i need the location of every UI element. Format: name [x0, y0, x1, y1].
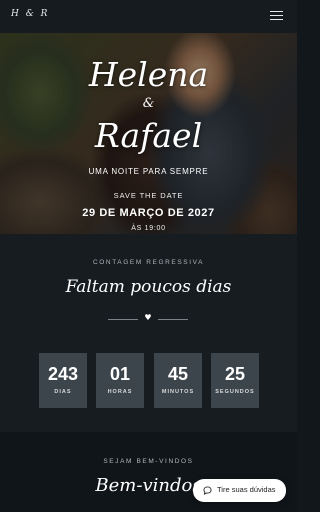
wedding-time: ÀS 19:00 [131, 225, 166, 232]
top-nav: H & R [0, 0, 297, 33]
hero-tagline: UMA NOITE PARA SEMPRE [88, 167, 209, 176]
bride-name: Helena [88, 55, 209, 94]
countdown-eyebrow: CONTAGEM REGRESSIVA [92, 259, 205, 266]
countdown-unit-label: HORAS [107, 389, 133, 395]
chat-bubble-icon [203, 486, 212, 495]
section-divider: ♥ [108, 313, 188, 324]
countdown-value: 45 [167, 364, 189, 384]
countdown-value: 243 [47, 364, 79, 384]
countdown-tile-days: 243 DIAS [39, 353, 87, 408]
countdown-tile-hours: 01 HORAS [96, 353, 144, 408]
countdown-tiles: 243 DIAS 01 HORAS 45 MINUTOS 25 SEGUNDOS [39, 353, 259, 408]
countdown-value: 25 [224, 364, 246, 384]
help-chat-button[interactable]: Tire suas dúvidas [193, 479, 286, 502]
hero-section: Helena & Rafael UMA NOITE PARA SEMPRE SA… [0, 33, 297, 234]
countdown-tile-seconds: 25 SEGUNDOS [211, 353, 259, 408]
wedding-date: 29 DE MARÇO DE 2027 [82, 207, 215, 219]
hamburger-menu-icon[interactable] [270, 11, 283, 21]
ampersand: & [142, 96, 155, 111]
countdown-title: Faltam poucos dias [65, 277, 232, 297]
welcome-eyebrow: SEJAM BEM-VINDOS [103, 458, 194, 465]
countdown-unit-label: DIAS [54, 389, 72, 395]
monogram-logo[interactable]: H & R [11, 9, 49, 19]
countdown-tile-minutes: 45 MINUTOS [154, 353, 202, 408]
save-the-date-label: SAVE THE DATE [113, 191, 184, 200]
countdown-section: CONTAGEM REGRESSIVA Faltam poucos dias ♥… [0, 234, 297, 432]
countdown-unit-label: MINUTOS [161, 389, 195, 395]
heart-icon: ♥ [144, 313, 152, 322]
countdown-value: 01 [109, 364, 131, 384]
countdown-unit-label: SEGUNDOS [215, 389, 255, 395]
groom-name: Rafael [94, 116, 203, 155]
help-chat-label: Tire suas dúvidas [217, 485, 276, 494]
